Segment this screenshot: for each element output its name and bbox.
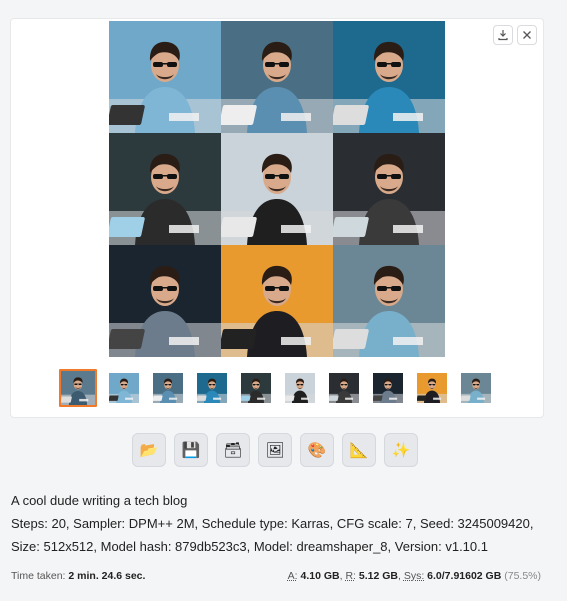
save-icon: 💾	[181, 441, 201, 459]
gallery-image[interactable]	[333, 133, 445, 245]
gallery-actions	[493, 25, 537, 45]
ruler-icon: 📐	[349, 441, 369, 459]
toolbar: 📂 💾 🗃 🖼 🎨 📐 ✨	[132, 433, 418, 467]
save-button[interactable]: 💾	[174, 433, 208, 467]
zip-button[interactable]: 🗃	[216, 433, 250, 467]
gallery-image[interactable]	[333, 245, 445, 357]
thumbnail[interactable]	[239, 371, 273, 405]
open-folder-button[interactable]: 📂	[132, 433, 166, 467]
thumbnail[interactable]	[415, 371, 449, 405]
download-button[interactable]	[493, 25, 513, 45]
palette-icon: 🎨	[307, 441, 327, 459]
close-icon	[523, 31, 531, 39]
time-taken: Time taken: 2 min. 24.6 sec.	[11, 570, 146, 582]
sparkle-icon: ✨	[391, 441, 411, 459]
parameters-text: Steps: 20, Sampler: DPM++ 2M, Schedule t…	[11, 516, 534, 554]
gallery-image[interactable]	[221, 133, 333, 245]
gallery-image[interactable]	[333, 21, 445, 133]
gallery-image[interactable]	[109, 21, 221, 133]
download-icon	[498, 30, 508, 41]
image-gallery-panel	[10, 18, 544, 418]
gallery-image[interactable]	[109, 245, 221, 357]
thumbnail[interactable]	[59, 369, 97, 407]
gallery-image[interactable]	[109, 133, 221, 245]
folder-icon: 📂	[139, 441, 159, 459]
memory-usage: A: 4.10 GB, R: 5.12 GB, Sys: 6.0/7.91602…	[287, 570, 541, 582]
thumbnail[interactable]	[327, 371, 361, 405]
generation-info: A cool dude writing a tech blog Steps: 2…	[11, 489, 556, 558]
archive-icon: 🗃	[223, 441, 243, 459]
gallery-image[interactable]	[221, 21, 333, 133]
thumbnail[interactable]	[195, 371, 229, 405]
image-icon: 🖼	[265, 441, 285, 459]
thumbnail[interactable]	[459, 371, 493, 405]
thumbnail[interactable]	[151, 371, 185, 405]
send-to-extras-sparkle-button[interactable]: ✨	[384, 433, 418, 467]
thumbnail[interactable]	[371, 371, 405, 405]
send-to-img2img-button[interactable]: 🖼	[258, 433, 292, 467]
thumbnail[interactable]	[107, 371, 141, 405]
image-grid[interactable]	[109, 21, 445, 357]
send-to-inpaint-button[interactable]: 🎨	[300, 433, 334, 467]
gallery-image[interactable]	[221, 245, 333, 357]
send-to-extras-button[interactable]: 📐	[342, 433, 376, 467]
thumbnail[interactable]	[283, 371, 317, 405]
thumbnail-strip	[59, 369, 493, 407]
status-bar: Time taken: 2 min. 24.6 sec. A: 4.10 GB,…	[11, 570, 541, 582]
prompt-text: A cool dude writing a tech blog	[11, 493, 188, 508]
close-button[interactable]	[517, 25, 537, 45]
